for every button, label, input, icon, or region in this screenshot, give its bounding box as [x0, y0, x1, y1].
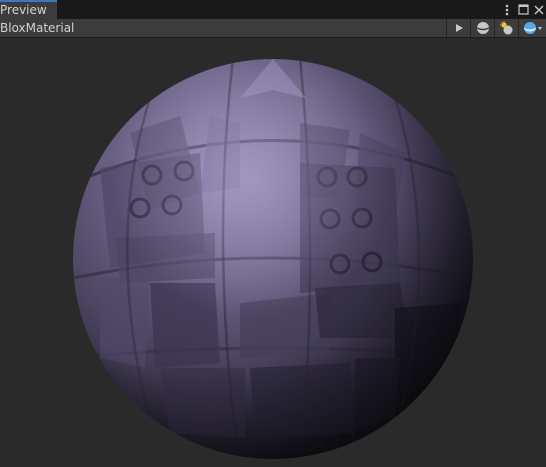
material-sphere: [73, 59, 473, 459]
material-preview-area[interactable]: [0, 38, 546, 467]
preview-toolbar: BloxMaterial: [0, 19, 546, 38]
more-options-icon[interactable]: [500, 2, 514, 18]
preview-mesh-button[interactable]: [470, 19, 494, 37]
preview-lighting-button[interactable]: [494, 19, 518, 37]
close-icon[interactable]: [532, 2, 546, 18]
window-controls: [498, 0, 546, 19]
background-icon: [523, 22, 542, 34]
tab-preview[interactable]: Preview: [0, 0, 57, 19]
tab-preview-label: Preview: [0, 3, 47, 17]
material-title: BloxMaterial: [0, 21, 75, 35]
preview-background-dropdown[interactable]: [518, 19, 546, 37]
play-icon: [455, 24, 463, 32]
material-preview-canvas: [73, 59, 473, 459]
sphere-mesh-icon: [476, 22, 489, 34]
maximize-icon[interactable]: [516, 2, 530, 18]
preview-window: Preview BloxMaterial: [0, 0, 546, 467]
preview-tools: [446, 19, 546, 37]
play-button[interactable]: [446, 19, 470, 37]
tab-strip: Preview: [0, 0, 546, 19]
lighting-icon: [499, 21, 512, 35]
